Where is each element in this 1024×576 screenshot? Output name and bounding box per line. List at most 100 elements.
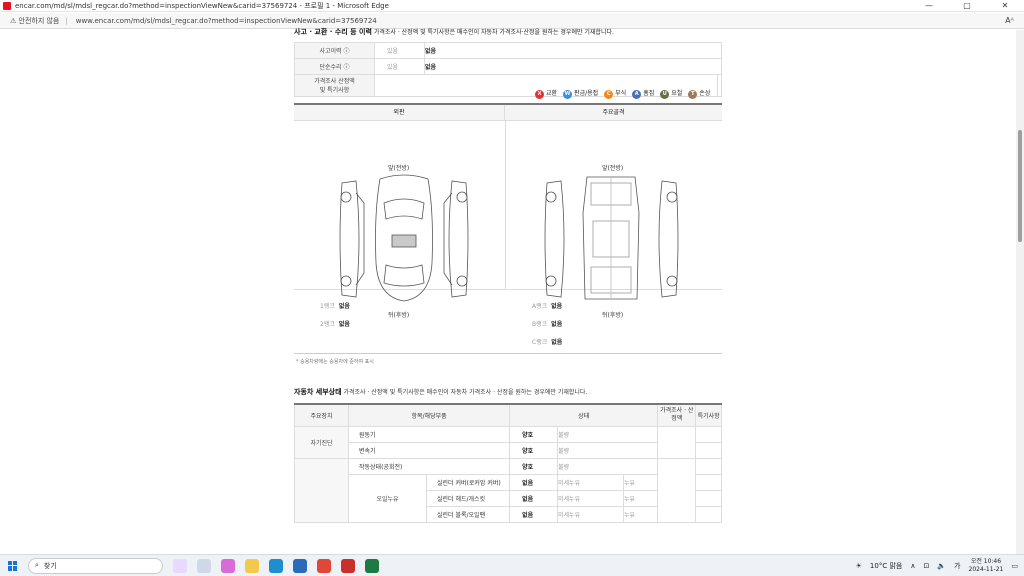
main-frame-header: 주요골격: [505, 105, 722, 121]
detail-table: 주요장치 항목/해당부품 상태 가격조사 · 산정액 특기사항 자기진단 원동기…: [294, 403, 722, 523]
legend-item: X 교환: [535, 88, 557, 99]
col-item: 항목/해당부품: [347, 403, 511, 427]
notification-icon[interactable]: ▭: [1011, 562, 1018, 570]
self-diag-price: [657, 425, 697, 459]
detail-section-title: 자동차 세부상태: [294, 388, 342, 396]
rank2-value: 없음: [338, 321, 350, 328]
app-icon-1[interactable]: [221, 558, 235, 573]
trans-bad: 불량: [557, 441, 659, 459]
table-row: 단순수리 ⓘ 있음 없음: [294, 58, 722, 75]
exterior-rear-label: 뒤(후방): [388, 312, 410, 319]
clock[interactable]: 오전 10:46 2024-11-21: [969, 558, 1004, 574]
tray-overflow-icon[interactable]: ∧: [910, 562, 915, 570]
legend-item: W 판금/용접: [563, 88, 598, 99]
maximize-button[interactable]: ▢: [948, 1, 986, 10]
legend-label: 교환: [546, 90, 558, 97]
app-icon-2[interactable]: [341, 558, 355, 573]
oil-item-1-leak: 누유: [622, 473, 659, 491]
rankA-label: A랭크 없음: [532, 301, 562, 310]
taskbar-search-box[interactable]: ⌕ 찾기: [28, 557, 163, 574]
rankB-label: B랭크 없음: [532, 319, 562, 328]
engine-bad: 불량: [557, 425, 659, 443]
address-separator: |: [65, 16, 68, 25]
oil-leak-cell: 오일누유: [348, 473, 427, 523]
oil-item-2-special: [695, 489, 722, 507]
legend-marker-icon: X: [535, 90, 544, 99]
accident-section-header: 사고 · 교환 · 수리 등 이력 가격조사 · 산정액 및 특기사항은 매수인…: [294, 27, 614, 37]
oil-item-1: 실린더 커버(로커암 커버): [425, 473, 511, 491]
rank2-label: 2랭크 없음: [320, 319, 350, 328]
diagram-divider: [505, 121, 506, 289]
ime-icon[interactable]: 가: [954, 561, 960, 571]
oil-item-1-none: 없음: [509, 473, 559, 491]
accident-history-value: 없음: [424, 42, 722, 59]
car-diagram-section: 외판 주요골격 앞(전방) 앞(전방) 뒤(후방) 뒤(후방) 1랭크 없음 2…: [294, 103, 722, 354]
rankC-value: 없음: [551, 339, 563, 346]
legend-label: 흠집: [643, 90, 655, 97]
legend-label: 요철: [671, 90, 683, 97]
trans-good: 양호: [509, 441, 559, 459]
engine-good: 양호: [509, 425, 559, 443]
engine-price: [657, 457, 697, 523]
weather-icon[interactable]: ☀: [856, 562, 862, 570]
rankC-text: C랭크: [532, 339, 548, 346]
scrollbar-thumb[interactable]: [1018, 130, 1022, 242]
read-aloud-icon[interactable]: Aᴬ: [1005, 16, 1014, 25]
windows-start-icon[interactable]: [8, 560, 18, 571]
accident-history-option: 있음: [374, 42, 425, 59]
oil-item-2-leak: 누유: [622, 489, 659, 507]
vertical-scrollbar[interactable]: [1016, 30, 1024, 554]
oil-item-3-special: [695, 505, 722, 523]
col-state: 상태: [509, 403, 659, 427]
oil-item-3-none: 없음: [509, 505, 559, 523]
frame-car-diagram: [544, 176, 679, 300]
engine-run-item: 작동상태(공회전): [347, 457, 511, 475]
edge-browser-icon[interactable]: [269, 558, 283, 573]
frame-front-label: 앞(전방): [602, 165, 624, 172]
damage-legend: X 교환 W 판금/용접 C 부식 A 흠집 U 요철 T 손상: [535, 88, 710, 99]
rankB-text: B랭크: [532, 321, 548, 328]
url-field[interactable]: www.encar.com/md/sl/mdsl_regcar.do?metho…: [76, 17, 1005, 25]
file-explorer-icon[interactable]: [245, 558, 259, 573]
search-icon: ⌕: [35, 561, 39, 569]
volume-icon[interactable]: 🔈: [937, 562, 946, 570]
windows-taskbar: ⌕ 찾기 ☀ 10°C 맑음 ∧ ⊡ 🔈 가 오전 10:46 2024-11-…: [0, 554, 1024, 576]
legend-label: 부식: [615, 90, 627, 97]
self-diag-cell: 자기진단: [294, 425, 349, 459]
accident-history-label: 사고이력 ⓘ: [294, 42, 375, 59]
engine-special: [695, 425, 722, 443]
minimize-button[interactable]: —: [910, 1, 948, 10]
copilot-icon[interactable]: [173, 558, 187, 573]
legend-label: 손상: [699, 90, 711, 97]
rankC-label: C랭크 없음: [532, 337, 562, 346]
chrome-icon[interactable]: [317, 558, 331, 573]
encar-favicon-icon: [3, 1, 11, 10]
clock-date: 2024-11-21: [968, 565, 1004, 573]
mail-icon[interactable]: [293, 558, 307, 573]
network-icon[interactable]: ⊡: [923, 562, 929, 570]
detail-section-note: 가격조사 · 산정액 및 특기사항은 매수인이 자동차 가격조사 · 산정을 원…: [343, 389, 588, 396]
excel-icon[interactable]: [365, 558, 379, 573]
engine-run-special: [695, 457, 722, 475]
search-label: 찾기: [43, 561, 57, 570]
price-label-line2: 및 특기사항: [319, 86, 350, 94]
accident-section-title: 사고 · 교환 · 수리 등 이력: [294, 28, 372, 36]
exterior-panel-header: 외판: [294, 105, 505, 121]
engine-run-good: 양호: [509, 457, 559, 475]
close-button[interactable]: ✕: [986, 1, 1024, 10]
oil-item-3-minor: 미세누유: [557, 505, 624, 523]
table-row: 자기진단 원동기 양호 불량: [294, 425, 722, 459]
detail-section-header: 자동차 세부상태 가격조사 · 산정액 및 특기사항은 매수인이 자동차 가격조…: [294, 387, 587, 397]
simple-repair-value: 없음: [424, 58, 722, 75]
oil-item-2-minor: 미세누유: [557, 489, 624, 507]
oil-item-2: 실린더 헤드/개스킷: [425, 489, 511, 507]
not-secure-indicator[interactable]: ⚠ 안전하지 않음: [10, 16, 59, 26]
oil-item-3-leak: 누유: [622, 505, 659, 523]
trans-item: 변속기: [347, 441, 511, 459]
task-view-icon[interactable]: [197, 558, 211, 573]
weather-text[interactable]: 10°C 맑음: [870, 561, 902, 571]
trans-special: [695, 441, 722, 459]
simple-repair-option: 있음: [374, 58, 425, 75]
engine-item: 원동기: [347, 425, 511, 443]
table-row: 작동상태(공회전) 양호 불량: [294, 457, 722, 523]
